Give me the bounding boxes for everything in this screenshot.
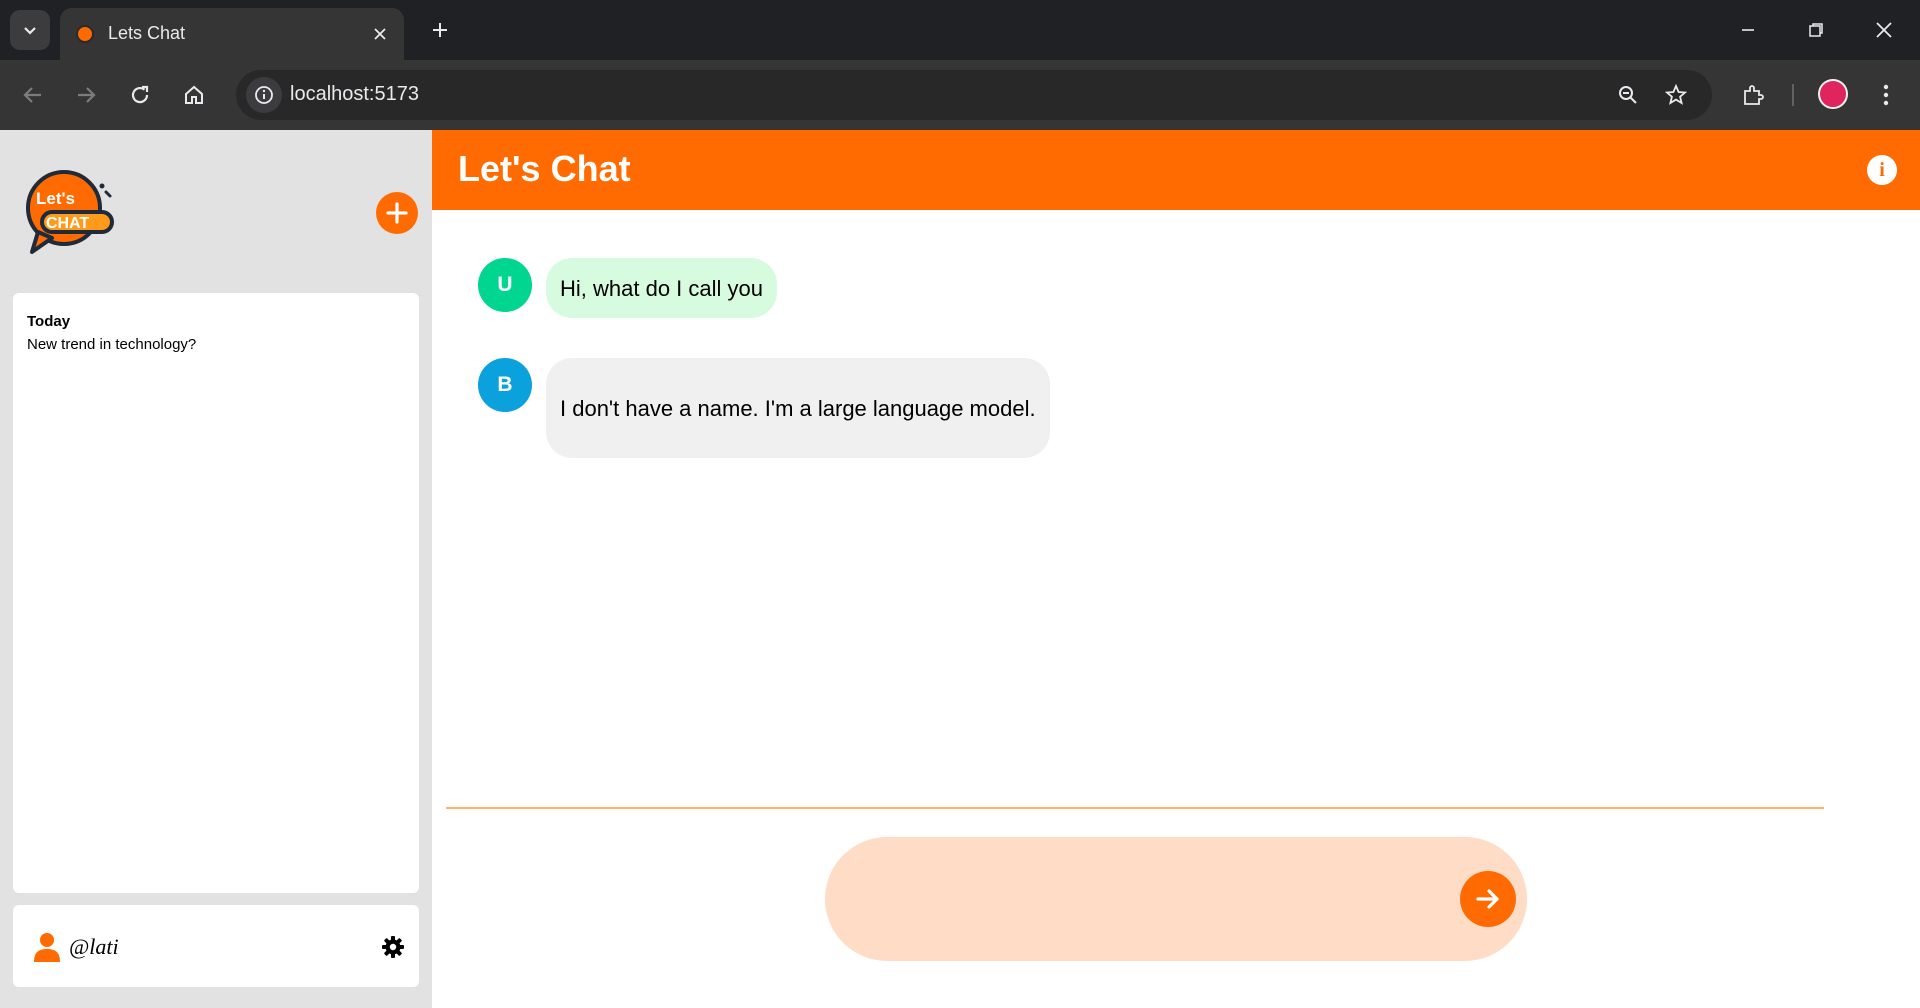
site-info-button[interactable] [246,77,282,113]
gear-icon [382,936,404,958]
arrow-left-icon [23,87,41,103]
bot-avatar: B [478,358,532,412]
extensions-button[interactable] [1735,77,1771,113]
chat-header: Let's Chat i [432,130,1920,210]
window-restore-button[interactable] [1792,10,1840,50]
reload-button[interactable] [122,77,158,113]
bookmark-button[interactable] [1662,81,1690,109]
zoom-out-icon [1619,86,1637,104]
user-avatar: U [478,258,532,312]
sidebar: Let's CHAT Today New trend in technology… [0,130,432,1008]
puzzle-icon [1744,85,1764,105]
kebab-menu-icon [1883,84,1889,106]
person-icon [34,933,60,962]
restore-icon [1809,23,1823,37]
user-bar: @lati [13,905,419,987]
message-input[interactable] [865,873,1445,925]
chat-history-panel: Today New trend in technology? [13,293,419,893]
zoom-button[interactable] [1614,81,1642,109]
window-close-button[interactable] [1860,10,1908,50]
message-composer [825,837,1527,961]
message-bubble-user: Hi, what do I call you [546,258,777,318]
close-icon [1876,22,1892,38]
tab-search-button[interactable] [10,10,50,50]
address-bar[interactable]: localhost:5173 [236,70,1712,120]
arrow-right-icon [1476,889,1499,909]
plus-icon [433,23,447,37]
app-logo: Let's CHAT [26,170,114,254]
browser-menu-button[interactable] [1868,77,1904,113]
tab-title: Lets Chat [108,23,186,43]
chevron-down-icon [24,27,36,35]
window-minimize-button[interactable] [1724,10,1772,50]
back-button[interactable] [15,77,51,113]
plus-icon [386,202,408,224]
history-section-label: Today [27,313,71,330]
minimize-icon [1742,29,1754,31]
message-bot: B I don't have a name. I'm a large langu… [478,358,1050,458]
composer-divider [446,807,1824,809]
logo-text-lets: Let's [36,189,75,208]
username: @lati [69,934,119,959]
info-icon: i [1879,158,1885,181]
reload-icon [131,85,149,104]
profile-avatar[interactable] [1818,79,1848,109]
home-button[interactable] [176,77,212,113]
tab-close-button[interactable] [368,22,392,46]
browser-toolbar: localhost:5173 [0,60,1920,130]
info-button[interactable]: i [1867,155,1897,185]
close-icon [374,28,386,40]
browser-tab-strip: Lets Chat [0,0,1920,60]
toolbar-separator [1792,84,1794,106]
send-button[interactable] [1460,871,1516,927]
new-tab-button[interactable] [424,14,456,46]
message-bubble-bot: I don't have a name. I'm a large languag… [546,358,1050,458]
settings-button[interactable] [379,933,407,961]
message-user: U Hi, what do I call you [478,258,777,318]
home-icon [185,85,203,104]
history-item[interactable]: New trend in technology? [27,336,405,353]
arrow-right-icon [78,87,96,103]
new-chat-button[interactable] [376,192,418,234]
favicon-icon [76,25,94,43]
chat-main: Let's Chat i U Hi, what do I call you B … [432,130,1920,1008]
forward-button[interactable] [68,77,104,113]
url-text[interactable]: localhost:5173 [290,83,419,106]
logo-text-chat: CHAT [46,215,89,232]
page-title: Let's Chat [458,148,631,189]
browser-tab[interactable]: Lets Chat [60,8,404,60]
info-icon [255,86,273,104]
star-icon [1665,84,1687,105]
